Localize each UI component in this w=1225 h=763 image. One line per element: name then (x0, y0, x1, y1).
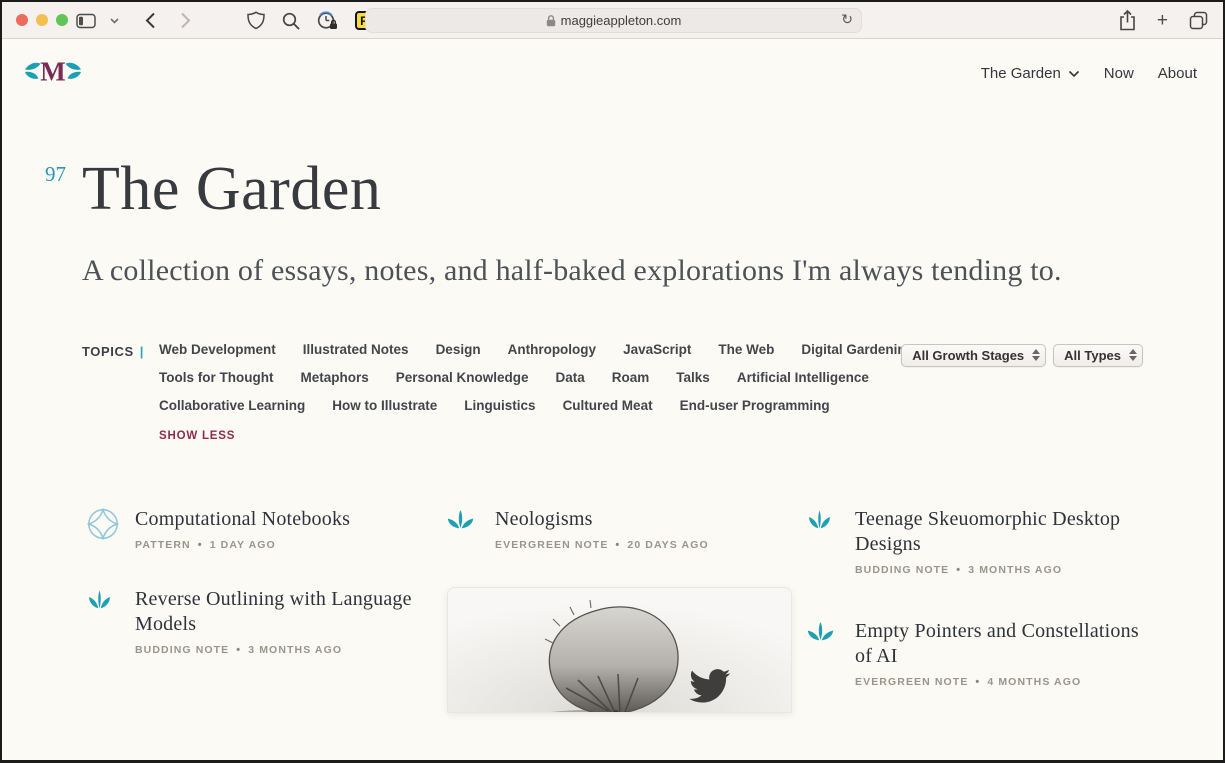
topic-web-development[interactable]: Web Development (159, 342, 276, 357)
zoom-window-button[interactable] (56, 14, 68, 26)
address-text: maggieappleton.com (561, 13, 682, 28)
sidebar-chevron-down-icon[interactable] (108, 16, 121, 26)
budding-note-icon (87, 587, 120, 656)
garden-notes-grid: Computational Notebooks PATTERN•1 DAY AG… (87, 507, 1223, 724)
note-card-reverse-outlining[interactable]: Reverse Outlining with Language Models B… (87, 587, 432, 656)
nav-about[interactable]: About (1158, 65, 1197, 82)
nav-now[interactable]: Now (1104, 65, 1134, 82)
back-button[interactable] (143, 10, 158, 31)
chevron-down-icon (1068, 70, 1080, 78)
logo-leaves-left (25, 63, 41, 79)
search-icon[interactable] (280, 10, 302, 32)
tab-overview-icon[interactable] (1187, 9, 1210, 32)
topic-metaphors[interactable]: Metaphors (300, 370, 368, 385)
topic-roam[interactable]: Roam (612, 370, 650, 385)
svg-text:M: M (40, 57, 65, 87)
note-count: 97 (45, 162, 66, 187)
topic-data[interactable]: Data (556, 370, 585, 385)
note-meta: PATTERN•1 DAY AGO (135, 539, 350, 551)
address-bar[interactable]: maggieappleton.com ↻ (365, 8, 862, 33)
reload-icon[interactable]: ↻ (841, 11, 853, 28)
note-meta: BUDDING NOTE•3 MONTHS AGO (855, 564, 1152, 576)
evergreen-note-icon (447, 507, 480, 551)
lock-icon (546, 14, 556, 27)
grid-column-1: Computational Notebooks PATTERN•1 DAY AG… (87, 507, 432, 724)
filter-selects: All Growth Stages All Types (901, 344, 1143, 367)
note-card-illustrated-preview[interactable] (447, 587, 792, 713)
sidebar-toggle-button[interactable] (74, 11, 98, 31)
grid-column-2: Neologisms EVERGREEN NOTE•20 DAYS AGO (447, 507, 792, 724)
show-less-button[interactable]: SHOW LESS (159, 430, 235, 442)
evergreen-note-icon (807, 619, 840, 688)
topic-tools-for-thought[interactable]: Tools for Thought (159, 370, 273, 385)
meta-bullet: • (198, 539, 203, 551)
pattern-icon (87, 507, 120, 551)
privacy-shield-icon[interactable] (245, 9, 267, 32)
note-card-teenage-skeuomorphic[interactable]: Teenage Skeuomorphic Desktop Designs BUD… (807, 507, 1152, 576)
topics-divider: | (140, 344, 144, 359)
note-card-neologisms[interactable]: Neologisms EVERGREEN NOTE•20 DAYS AGO (447, 507, 792, 551)
topic-illustrated-notes[interactable]: Illustrated Notes (303, 342, 409, 357)
meta-bullet: • (975, 676, 980, 688)
close-window-button[interactable] (16, 14, 28, 26)
meta-bullet: • (615, 539, 620, 551)
content-blocker-icon[interactable] (315, 9, 340, 32)
topic-how-to-illustrate[interactable]: How to Illustrate (332, 398, 437, 413)
nav-the-garden[interactable]: The Garden (981, 65, 1080, 82)
note-title[interactable]: Computational Notebooks (135, 507, 350, 532)
hero-section: 97 The Garden A collection of essays, no… (82, 154, 1143, 292)
topic-digital-gardening[interactable]: Digital Gardening (801, 342, 914, 357)
new-tab-button[interactable]: + (1155, 9, 1170, 32)
primary-nav: The Garden Now About (981, 65, 1197, 82)
topic-artificial-intelligence[interactable]: Artificial Intelligence (737, 370, 869, 385)
topic-end-user-programming[interactable]: End-user Programming (680, 398, 830, 413)
meta-bullet: • (956, 564, 961, 576)
topics-label: TOPICS| (82, 342, 159, 426)
note-title[interactable]: Empty Pointers and Constellations of AI (855, 619, 1152, 669)
topic-linguistics[interactable]: Linguistics (464, 398, 535, 413)
note-title[interactable]: Neologisms (495, 507, 709, 532)
tree-and-bird-illustration (448, 588, 792, 713)
browser-toolbar: R maggieappleton.com ↻ + (2, 2, 1223, 39)
topics-list: Web Development Illustrated Notes Design… (159, 342, 978, 426)
site-header: M The Garden Now About (2, 39, 1223, 92)
toolbar-extensions: R (245, 2, 376, 39)
select-stepper-icon (1129, 349, 1137, 361)
topic-collaborative-learning[interactable]: Collaborative Learning (159, 398, 305, 413)
note-card-computational-notebooks[interactable]: Computational Notebooks PATTERN•1 DAY AG… (87, 507, 432, 551)
topic-personal-knowledge[interactable]: Personal Knowledge (396, 370, 529, 385)
site-logo[interactable]: M (24, 55, 82, 92)
grid-column-3: Teenage Skeuomorphic Desktop Designs BUD… (807, 507, 1152, 724)
note-title[interactable]: Reverse Outlining with Language Models (135, 587, 432, 637)
page-title: The Garden (82, 154, 1143, 225)
note-meta: EVERGREEN NOTE•20 DAYS AGO (495, 539, 709, 551)
meta-bullet: • (236, 644, 241, 656)
note-meta: BUDDING NOTE•3 MONTHS AGO (135, 644, 432, 656)
type-select[interactable]: All Types (1053, 344, 1143, 367)
growth-stage-select[interactable]: All Growth Stages (901, 344, 1046, 367)
topic-design[interactable]: Design (436, 342, 481, 357)
topic-cultured-meat[interactable]: Cultured Meat (563, 398, 653, 413)
window-actions: + (1117, 2, 1210, 39)
logo-leaves-right (66, 63, 82, 79)
share-icon[interactable] (1117, 8, 1138, 33)
navigation-controls (74, 2, 193, 39)
note-card-empty-pointers[interactable]: Empty Pointers and Constellations of AI … (807, 619, 1152, 688)
forward-button[interactable] (178, 10, 193, 31)
budding-note-icon (807, 507, 840, 576)
filters-section: TOPICS| Web Development Illustrated Note… (82, 342, 1143, 452)
page-subtitle: A collection of essays, notes, and half-… (82, 251, 1130, 292)
traffic-lights (16, 14, 68, 26)
select-stepper-icon (1032, 349, 1040, 361)
topic-anthropology[interactable]: Anthropology (508, 342, 596, 357)
page-content: M The Garden Now About 97 The Garden A (2, 39, 1223, 759)
minimize-window-button[interactable] (36, 14, 48, 26)
topic-talks[interactable]: Talks (676, 370, 710, 385)
browser-window: R maggieappleton.com ↻ + (0, 0, 1225, 763)
note-title[interactable]: Teenage Skeuomorphic Desktop Designs (855, 507, 1152, 557)
note-meta: EVERGREEN NOTE•4 MONTHS AGO (855, 676, 1152, 688)
topic-the-web[interactable]: The Web (718, 342, 774, 357)
topic-javascript[interactable]: JavaScript (623, 342, 691, 357)
